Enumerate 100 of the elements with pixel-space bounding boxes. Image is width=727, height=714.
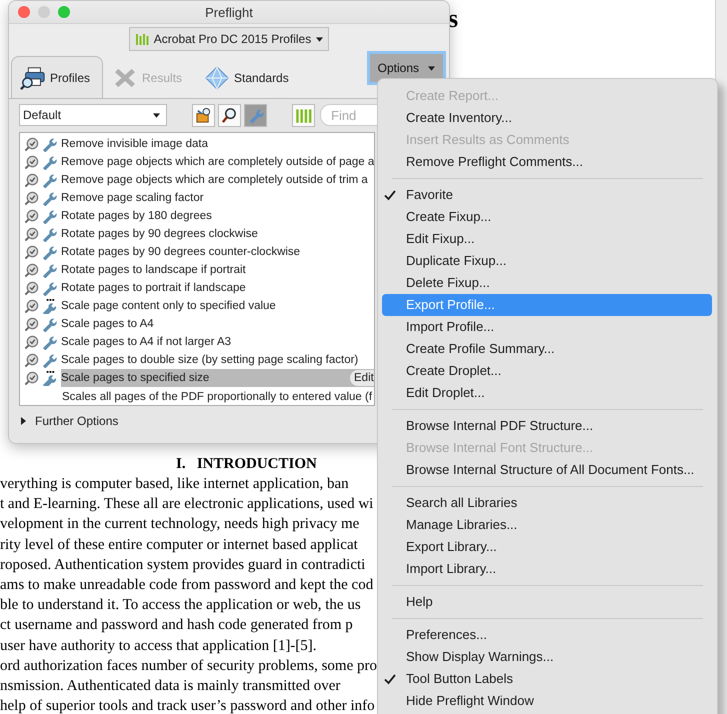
tab[interactable]: Standards xyxy=(195,56,302,98)
menu-item[interactable]: Edit Fixup... xyxy=(382,228,712,250)
bar-chart-icon xyxy=(295,106,312,124)
menu-item[interactable]: Search all Libraries xyxy=(382,492,712,514)
list-row[interactable]: Rotate pages by 180 degrees xyxy=(20,207,374,225)
menu-item[interactable]: Export Library... xyxy=(382,536,712,558)
body-text-line: help of superior tools and track user’s password and other info xyxy=(0,697,376,714)
check-magnifier-icon xyxy=(24,316,39,332)
check-magnifier-icon xyxy=(24,190,39,206)
fixup-label: Rotate pages to portrait if landscape xyxy=(60,282,247,294)
box-magnifier-icon xyxy=(195,106,212,124)
check-magnifier-icon xyxy=(24,370,39,386)
body-text-line: ams to make unreadable code from password and kept the cod xyxy=(0,576,374,596)
checkmark-icon xyxy=(384,189,396,201)
fixup-description: Scales all pages of the PDF proportionally to entered value (f xyxy=(61,390,374,405)
further-options-label: Further Options xyxy=(35,414,118,428)
fixup-label: Scale pages to double size (by setting page scaling factor) xyxy=(60,354,360,366)
fixup-label: Remove invisible image data xyxy=(60,138,210,150)
check-magnifier-icon xyxy=(24,172,39,188)
menu-item[interactable]: Import Library... xyxy=(382,558,712,580)
diamond-icon xyxy=(204,64,230,90)
wrench-icon xyxy=(42,190,57,206)
check-magnifier-icon xyxy=(24,154,39,170)
edit-button[interactable]: Edit xyxy=(350,370,374,386)
fixup-label: Scale pages to A4 xyxy=(60,318,155,330)
menu-item[interactable]: Create Profile Summary... xyxy=(382,338,712,360)
wrench-icon xyxy=(42,244,57,260)
section-heading: I. INTRODUCTION xyxy=(175,455,318,474)
fixup-label: Rotate pages by 180 degrees xyxy=(60,210,213,222)
list-row[interactable]: Rotate pages by 90 degrees clockwise xyxy=(20,225,374,243)
fixup-label: Remove page objects which are completely outside of trim a xyxy=(60,174,369,186)
window-title: Preflight xyxy=(205,4,253,20)
menu-item[interactable]: Help xyxy=(382,591,712,613)
check-magnifier-icon xyxy=(24,208,39,224)
bar-chart-icon xyxy=(134,32,149,46)
fixup-label: Remove page objects which are completely outside of page a xyxy=(60,156,374,168)
menu-item[interactable]: Delete Fixup... xyxy=(382,272,712,294)
menu-item[interactable]: Remove Preflight Comments... xyxy=(382,151,712,173)
check-magnifier-icon xyxy=(24,136,39,152)
search-icon xyxy=(221,106,238,124)
body-text-line: ord authorization faces number of security problems, some pro xyxy=(0,656,377,676)
list-row[interactable]: Rotate pages to landscape if portrait xyxy=(20,261,374,279)
profile-dropdown[interactable]: Default xyxy=(19,104,167,126)
menu-item[interactable]: Hide Preflight Window xyxy=(382,690,712,712)
wrench-icon xyxy=(42,262,57,278)
menu-item[interactable]: Show Display Warnings... xyxy=(382,646,712,668)
printer-icon xyxy=(20,64,46,90)
list-row[interactable]: Scale pages to A4 if not larger A3 xyxy=(20,333,374,351)
menu-item[interactable]: Tool Button Labels xyxy=(382,668,712,690)
zoom-button[interactable] xyxy=(58,6,70,18)
list-row[interactable]: Scale page content only to specified value xyxy=(20,297,374,315)
body-text-line: rity level of these entire computer or internet based applicat xyxy=(0,536,359,555)
menu-item[interactable]: Preferences... xyxy=(382,624,712,646)
library-dropdown[interactable]: Acrobat Pro DC 2015 Profiles xyxy=(129,27,329,51)
wrench-icon xyxy=(42,208,57,224)
body-text-line: ct username and password and hash code generated from p xyxy=(0,616,354,636)
list-row[interactable]: Rotate pages by 90 degrees counter-clockwise xyxy=(20,243,374,261)
check-magnifier-icon xyxy=(24,334,39,350)
further-options-toggle[interactable]: Further Options xyxy=(19,414,118,428)
body-text-line: velopment in the current technology, needs high privacy me xyxy=(0,515,360,534)
caret-icon xyxy=(153,112,160,118)
check-magnifier-icon xyxy=(24,244,39,260)
wrench-icon xyxy=(42,172,57,188)
toolbar-button[interactable] xyxy=(218,104,241,126)
check-magnifier-icon xyxy=(24,262,39,278)
close-button[interactable] xyxy=(18,6,30,18)
check-magnifier-icon xyxy=(24,226,39,242)
list-row[interactable]: Rotate pages to portrait if landscape xyxy=(20,279,374,297)
list-row[interactable]: Remove page objects which are completely outside of page a xyxy=(20,153,374,171)
fixup-label: Scale pages to A4 if not larger A3 xyxy=(60,336,232,348)
wrench-icon xyxy=(42,352,57,368)
body-text-line: t and E-learning. These all are electronic applications, used wi xyxy=(0,495,374,514)
wrench-icon xyxy=(42,316,57,332)
body-text-line: ble to understand it. To access the application or web, the us xyxy=(0,596,362,616)
menu-item[interactable]: Duplicate Fixup... xyxy=(382,250,712,272)
menu-item[interactable]: Create Fixup... xyxy=(382,206,712,228)
disclosure-triangle-icon xyxy=(21,417,26,425)
menu-item[interactable]: Browse Internal Structure of All Document Fonts... xyxy=(382,459,712,481)
list-row[interactable]: Scale pages to double size (by setting page scaling factor) xyxy=(20,351,374,369)
wrench-icon xyxy=(42,154,57,170)
menu-item[interactable]: Create Droplet... xyxy=(382,360,712,382)
menu-item[interactable]: Import Profile... xyxy=(382,316,712,338)
bar-chart-button[interactable] xyxy=(292,104,315,126)
list-row[interactable]: Remove page scaling factor xyxy=(20,189,374,207)
wrench-icon xyxy=(42,280,57,296)
check-magnifier-icon xyxy=(24,298,39,314)
fixup-label: Remove page scaling factor xyxy=(60,192,205,204)
minimize-button[interactable] xyxy=(38,6,50,18)
menu-item[interactable]: Browse Internal PDF Structure... xyxy=(382,415,712,437)
list-row[interactable]: Remove page objects which are completely outside of trim a xyxy=(20,171,374,189)
fixup-label: Scale pages to specified size xyxy=(60,372,210,384)
body-text-line: user have authority to access that application [1]-[5]. xyxy=(0,636,318,656)
list-row[interactable]: Scale pages to A4 xyxy=(20,315,374,333)
tab[interactable]: Profiles xyxy=(11,56,104,98)
menu-item[interactable]: Manage Libraries... xyxy=(382,514,712,536)
menu-item[interactable]: Favorite xyxy=(382,184,712,206)
menu-item[interactable]: Edit Droplet... xyxy=(382,382,712,404)
toolbar-button[interactable] xyxy=(192,104,215,126)
fixup-label: Scale page content only to specified value xyxy=(60,300,277,312)
list-row[interactable]: Remove invisible image data xyxy=(20,135,374,153)
